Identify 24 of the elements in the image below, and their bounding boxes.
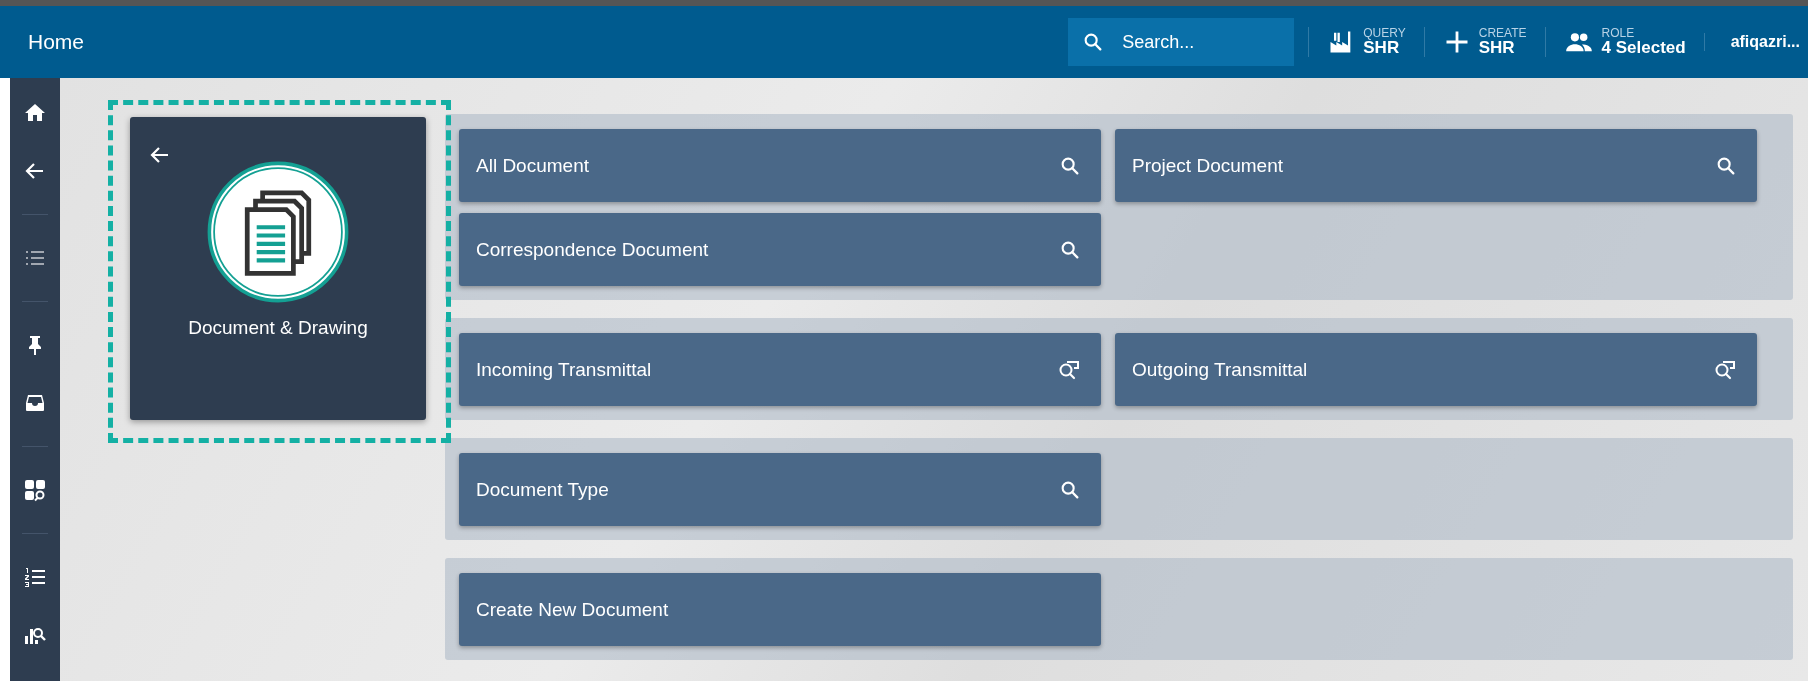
create-selector[interactable]: CREATE SHR <box>1423 26 1545 58</box>
user-menu[interactable]: afiqazri... <box>1703 33 1808 51</box>
action-button[interactable]: Create New Document <box>459 573 1101 646</box>
module-card[interactable]: Document & Drawing <box>130 117 426 420</box>
dashboard-search-icon[interactable] <box>23 478 47 502</box>
action-button[interactable]: Incoming Transmittal <box>459 333 1101 406</box>
action-button[interactable]: Document Type <box>459 453 1101 526</box>
selector-value: SHR <box>1478 39 1516 58</box>
search-field[interactable]: Search... <box>1068 18 1295 66</box>
action-button[interactable]: Correspondence Document <box>459 213 1101 286</box>
selector-value: SHR <box>1363 39 1400 58</box>
selector-caption: QUERY <box>1363 26 1406 40</box>
query-selector[interactable]: QUERY SHR <box>1308 26 1424 58</box>
numbered-list-icon[interactable] <box>23 565 47 589</box>
action-button[interactable]: All Document <box>459 129 1101 202</box>
action-button[interactable]: Project Document <box>1115 129 1757 202</box>
page-title: Home <box>28 30 86 54</box>
action-button[interactable]: Outgoing Transmittal <box>1115 333 1757 406</box>
documents-icon <box>207 161 349 303</box>
selector-caption: CREATE <box>1478 26 1527 40</box>
selector-value: 4 Selected <box>1601 39 1686 58</box>
module-title: Document & Drawing <box>188 317 368 339</box>
role-selector[interactable]: ROLE 4 Selected <box>1544 26 1704 58</box>
selector-caption: ROLE <box>1601 26 1636 40</box>
